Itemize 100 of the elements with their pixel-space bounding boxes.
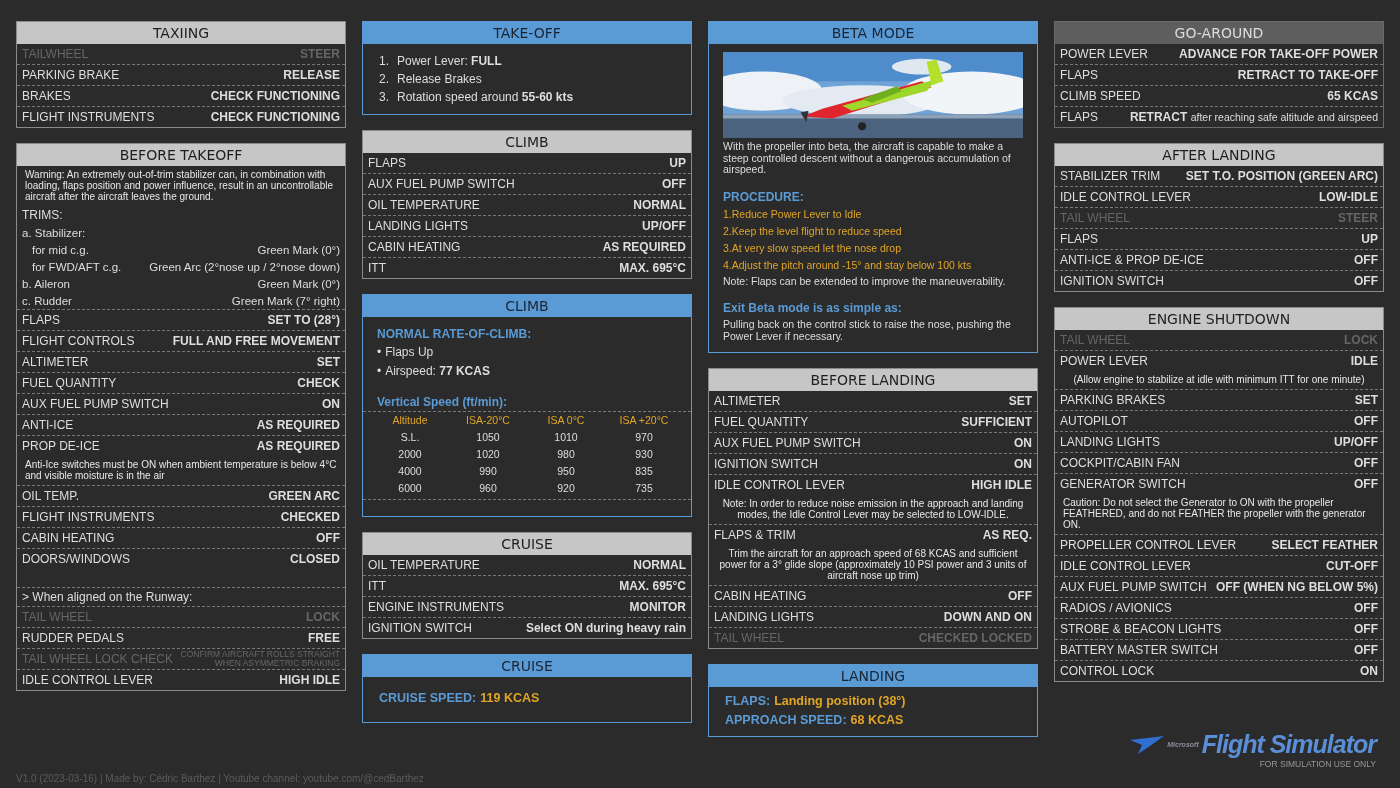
item-label: TAIL WHEEL LOCK CHECK — [22, 652, 173, 666]
item-value: OFF — [1354, 253, 1378, 267]
item-label: DOORS/WINDOWS — [22, 552, 130, 566]
item-label: AUX FUEL PUMP SWITCH — [1060, 580, 1207, 594]
item-label: TAIL WHEEL — [714, 631, 784, 646]
paragraph: Pulling back on the control stick to raise the nose, pushing the Power Lever if necessary. — [723, 319, 1012, 343]
item-label: IGNITION SWITCH — [1060, 274, 1164, 288]
trim-value: Green Mark (0°) — [257, 277, 340, 290]
item-value: LOCK — [306, 610, 340, 624]
step-number: 1. — [379, 53, 389, 70]
column-header: ISA 0°C — [546, 413, 586, 428]
procedure-step: 4.Adjust the pitch around -15° and stay below 100 kts — [723, 256, 1023, 274]
note-text: Trim the aircraft for an approach speed of 68 KCAS and sufficient power for a 3° glide slope (approximately 10 PSI power and 3 units of aircraft nose up trim) — [718, 547, 1028, 584]
item-value: ON — [322, 397, 340, 411]
table-cell-text: 1050 — [475, 430, 501, 445]
item-label: RADIOS / AVIONICS — [1060, 601, 1172, 615]
item-label: CONTROL LOCK — [1060, 664, 1155, 678]
item-value: OFF — [1354, 622, 1378, 636]
item-label: FLAPS — [368, 156, 406, 170]
item-value: LOW-IDLE — [1318, 190, 1378, 204]
speed-label: APPROACH SPEED: — [725, 712, 847, 730]
table-cell-text: 990 — [478, 464, 498, 479]
item-value: ON — [1014, 457, 1032, 472]
item-value: CUT-OFF — [1326, 559, 1378, 573]
bullet-text: Airspeed: 77 KCAS — [385, 363, 490, 380]
card-header: CLIMB — [363, 131, 691, 153]
item-label: IGNITION SWITCH — [368, 621, 472, 635]
item-label: OIL TEMPERATURE — [368, 198, 480, 212]
item-value: HIGH IDLE — [279, 673, 340, 687]
speed-label: CRUISE SPEED: — [379, 690, 477, 707]
table-cell-text: 4000 — [397, 464, 423, 479]
item-label: AUX FUEL PUMP SWITCH — [22, 397, 169, 411]
item-value: UP/OFF — [642, 219, 686, 233]
trim-value: Green Mark (0°) — [257, 243, 340, 256]
bullet-mark: • — [377, 363, 382, 380]
item-label: FLAPS — [1060, 232, 1098, 246]
item-value: GREEN ARC — [268, 489, 340, 503]
item-label: ALTIMETER — [22, 355, 89, 369]
item-value: SET — [1008, 394, 1032, 409]
item-label: FLAPS — [1060, 110, 1098, 124]
item-label: ANTI-ICE — [22, 418, 74, 432]
item-label: FLIGHT INSTRUMENTS — [22, 110, 155, 124]
item-label: CABIN HEATING — [22, 531, 115, 545]
item-value: CHECK FUNCTIONING — [210, 89, 340, 103]
item-label: ANTI-ICE & PROP DE-ICE — [1060, 253, 1204, 267]
speed-label: FLAPS: — [725, 693, 771, 711]
item-value: MAX. 695°C — [619, 579, 686, 593]
trim-label: a. Stabilizer: — [22, 226, 86, 239]
item-value: HIGH IDLE — [971, 478, 1032, 493]
item-value: MONITOR — [629, 600, 686, 614]
item-label: BRAKES — [22, 89, 71, 103]
paragraph: Note: Flaps can be extended to improve the maneuverability. — [723, 275, 1007, 288]
item-label: FLAPS — [22, 313, 60, 327]
table-cell-text: 735 — [634, 481, 654, 496]
item-value: ADVANCE FOR TAKE-OFF POWER — [1179, 47, 1378, 61]
item-label: LANDING LIGHTS — [368, 219, 469, 233]
item-value: OFF (WHEN NG BELOW 5%) — [1216, 580, 1378, 594]
trim-value: Green Mark (7° right) — [231, 294, 340, 307]
note-text: Anti-Ice switches must be ON when ambient temperature is below 4°C and visible moisture is in the air — [24, 458, 338, 483]
item-label: GENERATOR SWITCH — [1060, 477, 1186, 491]
subheading: Vertical Speed (ft/min): — [377, 394, 509, 411]
item-label: PROPELLER CONTROL LEVER — [1060, 538, 1237, 552]
item-label: STROBE & BEACON LIGHTS — [1060, 622, 1222, 636]
item-label: ALTIMETER — [714, 394, 781, 409]
item-label: TAIL WHEEL — [1060, 333, 1130, 347]
card-header: AFTER LANDING — [1055, 144, 1383, 166]
table-cell-text: 920 — [556, 481, 576, 496]
item-label: LANDING LIGHTS — [714, 610, 815, 625]
item-label: TAILWHEEL — [22, 47, 89, 61]
item-value: AS REQUIRED — [256, 418, 340, 432]
procedure-step: 2.Keep the level flight to reduce speed — [723, 222, 1023, 240]
item-value: SELECT FEATHER — [1271, 538, 1378, 552]
step-text: Power Lever: FULL — [397, 53, 502, 70]
item-label: FLIGHT INSTRUMENTS — [22, 510, 155, 524]
item-value: CHECKED LOCKED — [918, 631, 1032, 646]
item-label: PARKING BRAKE — [22, 68, 120, 82]
card-header: CLIMB — [363, 295, 691, 317]
item-label: IGNITION SWITCH — [714, 457, 818, 472]
card-header: GO-AROUND — [1055, 22, 1383, 44]
subheading: NORMAL RATE-OF-CLIMB: — [377, 326, 533, 343]
trim-label: c. Rudder — [22, 294, 72, 307]
item-label: FUEL QUANTITY — [714, 415, 809, 430]
item-label: IDLE CONTROL LEVER — [1060, 190, 1191, 204]
item-value: DOWN AND ON — [943, 610, 1032, 625]
item-value: UP/OFF — [1334, 435, 1378, 449]
table-cell-text: S.L. — [399, 430, 421, 445]
table-cell-text: 2000 — [397, 447, 423, 462]
item-value: LOCK — [1344, 333, 1378, 347]
item-value: CHECKED — [280, 510, 340, 524]
item-label: OIL TEMPERATURE — [368, 558, 480, 572]
trim-label: for mid c.g. — [32, 243, 89, 256]
item-label: ITT — [368, 579, 386, 593]
item-label: CABIN HEATING — [368, 240, 461, 254]
paragraph: With the propeller into beta, the aircraft is capable to make a steep controlled descent without a dangerous accumulation of airspeed. — [723, 141, 1012, 176]
item-value: NORMAL — [633, 198, 686, 212]
item-label: IDLE CONTROL LEVER — [714, 478, 845, 493]
item-value: OFF — [662, 177, 686, 191]
item-value: FREE — [308, 631, 340, 645]
item-value: CHECK FUNCTIONING — [210, 110, 340, 124]
subheading: PROCEDURE: — [723, 188, 805, 206]
